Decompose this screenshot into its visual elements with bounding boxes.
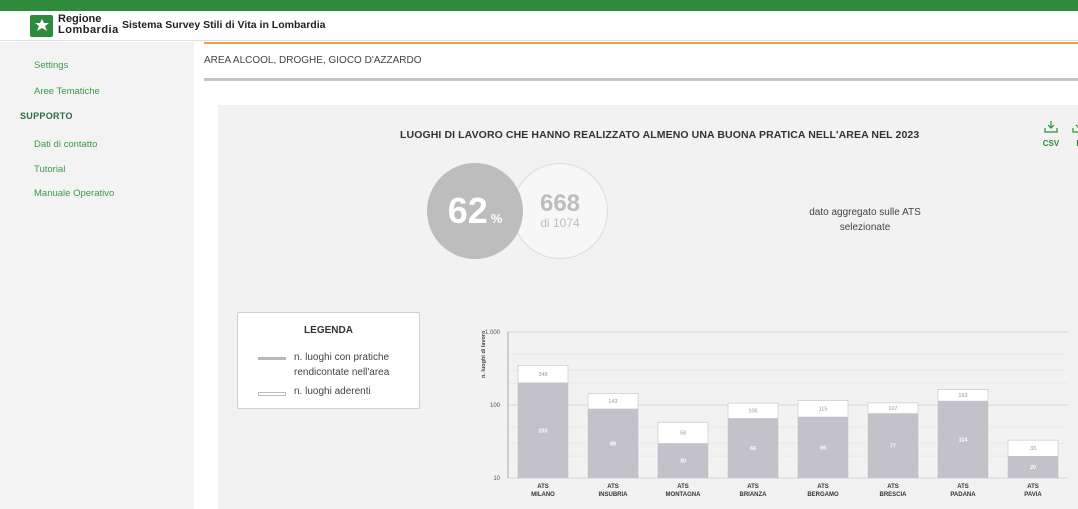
x-tick-label: ATS [817, 484, 829, 490]
data-label-pratiche: 20 [1030, 465, 1036, 471]
x-tick-label: MONTAGNA [666, 492, 702, 498]
x-tick-label: PAVIA [1024, 492, 1042, 498]
y-tick-label: 10 [493, 476, 500, 482]
data-label-pratiche: 89 [610, 441, 616, 447]
bar-chart: 1.000 100 10 348 203 ATS MILANO 143 89 ATS INSUBRI… [485, 330, 1068, 498]
data-label-pratiche: 114 [959, 437, 969, 443]
data-label-aderenti: 107 [888, 406, 897, 412]
data-label-pratiche: 77 [890, 444, 896, 450]
x-tick-label: ATS [1027, 484, 1039, 490]
x-tick-label: ATS [607, 484, 619, 490]
y-tick-label: 1.000 [485, 330, 501, 336]
data-label-aderenti: 348 [538, 372, 547, 378]
data-label-aderenti: 143 [608, 399, 617, 405]
x-tick-label: BRIANZA [740, 492, 768, 498]
data-label-aderenti: 33 [1030, 446, 1036, 452]
x-tick-label: BERGAMO [807, 492, 839, 498]
data-label-pratiche: 66 [750, 446, 756, 452]
x-tick-label: ATS [957, 484, 969, 490]
x-tick-label: BRESCIA [879, 492, 907, 498]
data-label-pratiche: 69 [820, 445, 826, 451]
x-tick-label: ATS [537, 484, 549, 490]
data-label-aderenti: 115 [819, 407, 828, 413]
x-tick-label: ATS [887, 484, 899, 490]
data-label-aderenti: 163 [958, 393, 967, 399]
x-tick-label: MILANO [531, 492, 555, 498]
x-tick-label: PADANA [950, 492, 976, 498]
data-label-pratiche: 30 [680, 459, 686, 465]
x-tick-label: INSUBRIA [598, 492, 628, 498]
data-label-aderenti: 58 [680, 431, 686, 437]
x-tick-label: ATS [747, 484, 759, 490]
data-label-pratiche: 203 [538, 428, 547, 434]
x-tick-label: ATS [677, 484, 689, 490]
data-label-aderenti: 106 [748, 409, 757, 415]
y-tick-label: 100 [490, 403, 501, 409]
